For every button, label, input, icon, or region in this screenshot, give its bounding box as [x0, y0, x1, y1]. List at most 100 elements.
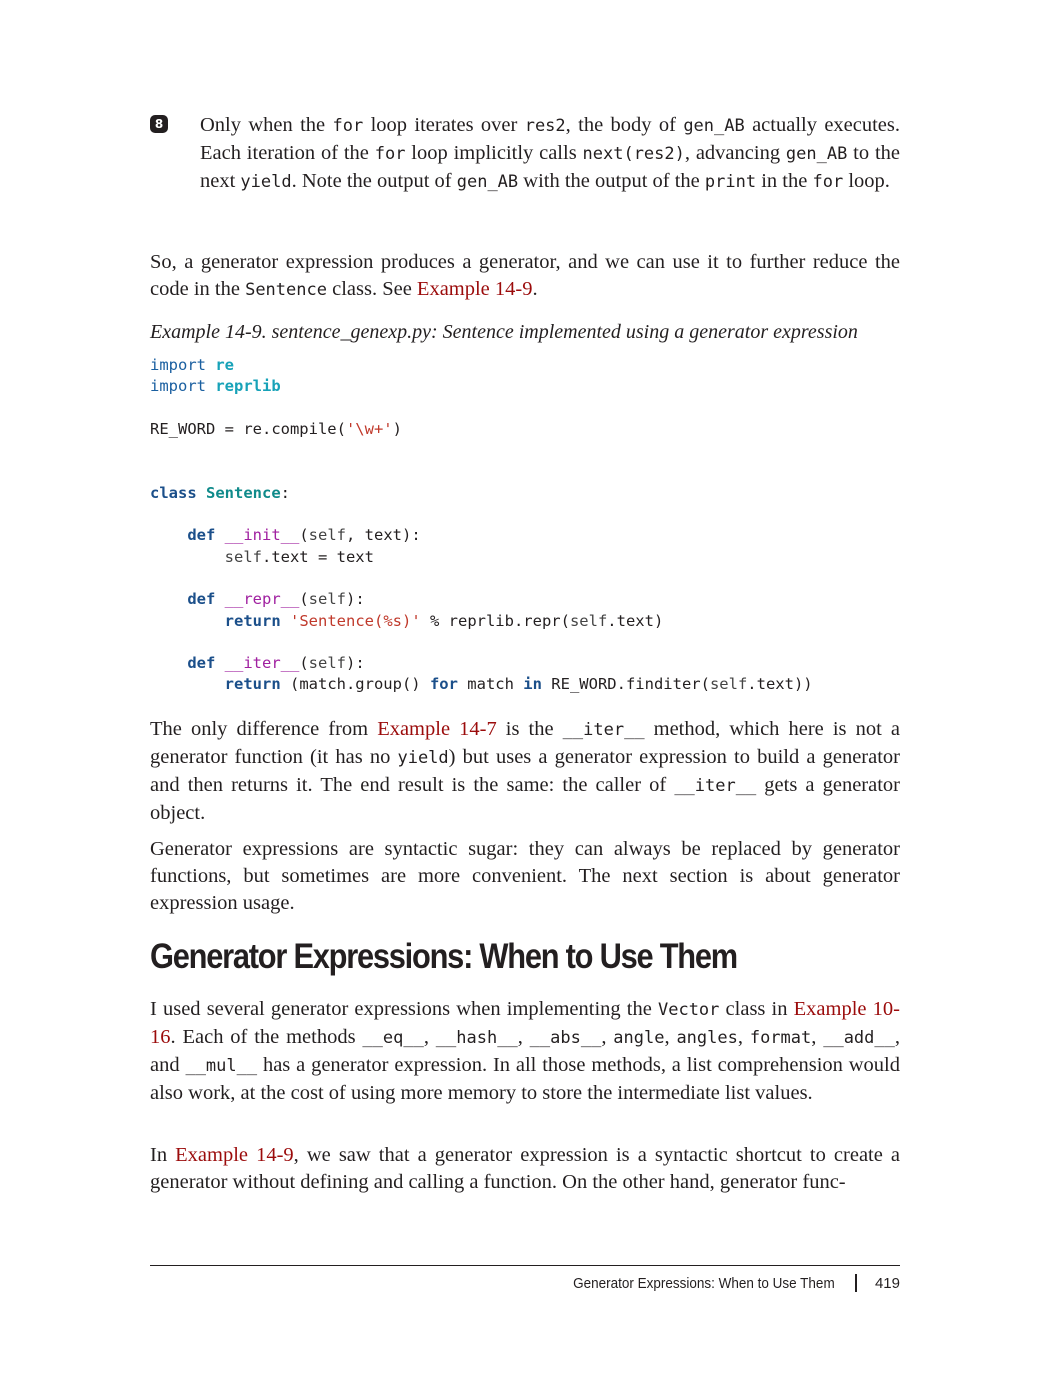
cross-reference-link[interactable]: Example 14-7 [377, 718, 497, 740]
inline-code: __iter__ [562, 720, 645, 740]
inline-code: gen_AB [683, 116, 745, 136]
code-token: import [150, 356, 206, 374]
code-line: import re [150, 356, 234, 374]
code-token: , text): [346, 526, 421, 545]
code-token: for [429, 675, 458, 694]
footer-separator [854, 1274, 857, 1292]
code-token: .text) [607, 611, 664, 630]
code-line: self.text = text [150, 548, 374, 566]
inline-code: Sentence [245, 280, 327, 300]
paragraph-shortcut: In Example 14-9, we saw that a generator… [150, 1142, 900, 1196]
inline-code: gen_AB [456, 172, 519, 192]
text-run: class. See [326, 278, 417, 300]
code-token: RE_WORD = re.compile( [150, 419, 346, 438]
inline-code: __iter__ [674, 776, 757, 796]
text-run: is the [496, 718, 563, 740]
inline-code: for [812, 172, 844, 192]
code-line: def __iter__(self): [150, 654, 365, 673]
inline-code: __hash__ [435, 1028, 518, 1048]
code-token: self [308, 654, 346, 673]
code-line: def __repr__(self): [150, 590, 365, 609]
inline-code: for [332, 116, 364, 136]
text-run: with the output of the [518, 170, 705, 192]
inline-code: format [749, 1028, 812, 1048]
inline-code: print [704, 172, 757, 192]
paragraph-intro: So, a generator expression produces a ge… [150, 249, 900, 304]
code-token: def [187, 526, 216, 545]
inline-code: angles [676, 1028, 738, 1048]
code-token: import [150, 377, 206, 396]
text-run: . Note the output of [291, 170, 457, 192]
text-run: , [811, 1026, 824, 1048]
cross-reference-link[interactable]: Example 14-9 [417, 278, 533, 300]
text-run: , [664, 1026, 677, 1048]
text-run: The only difference from [150, 718, 378, 740]
code-listing: import re import reprlib RE_WORD = re.co… [150, 355, 813, 696]
code-token: self [569, 611, 608, 630]
code-line: return 'Sentence(%s)' % reprlib.repr(sel… [150, 611, 664, 630]
code-token: '\w+' [345, 419, 393, 438]
text-run: , the body of [565, 114, 684, 136]
code-token: self [308, 590, 346, 609]
page-number: 419 [874, 1274, 900, 1292]
code-token: ( [299, 590, 309, 609]
code-token: .text)) [747, 675, 813, 694]
code-token: reprlib [215, 377, 281, 396]
paragraph-vector: I used several generator expressions whe… [150, 996, 900, 1107]
text-run: loop implicitly calls [405, 142, 583, 164]
text-run: , [517, 1026, 530, 1048]
text-run: in the [756, 170, 813, 192]
callout-text: Only when the for loop iterates over res… [200, 112, 900, 196]
cross-reference-link[interactable]: Example 14-9 [175, 1144, 294, 1166]
code-token: def [187, 590, 216, 609]
text-run: , [601, 1026, 614, 1048]
code-token: (match.group() [280, 675, 430, 694]
code-token: match [457, 675, 524, 694]
inline-code: __mul__ [185, 1056, 258, 1076]
footer-divider [150, 1265, 900, 1266]
code-token: def [187, 654, 216, 673]
code-token: self [224, 547, 262, 566]
callout-note-8: 8 Only when the for loop iterates over r… [150, 112, 900, 196]
code-token: __repr__ [224, 590, 300, 609]
code-token: : [280, 483, 291, 502]
code-token: % reprlib.repr( [420, 611, 570, 630]
inline-code: angle [613, 1028, 665, 1048]
code-line: import reprlib [150, 377, 281, 395]
code-token: Sentence [206, 483, 281, 502]
paragraph-difference: The only difference from Example 14-7 is… [150, 716, 900, 827]
text-run: class in [719, 998, 794, 1020]
callout-number-badge: 8 [150, 115, 168, 133]
text-run: , [737, 1026, 750, 1048]
text-run: , advancing [684, 142, 786, 164]
text-run: . [532, 278, 538, 300]
code-line: return (match.group() for match in RE_WO… [150, 675, 813, 693]
code-token: return [224, 611, 281, 630]
code-token: class [150, 483, 197, 502]
code-token: ) [392, 419, 402, 438]
text-run: I used several generator expressions whe… [150, 998, 658, 1020]
section-heading: Generator Expressions: When to Use Them [150, 937, 738, 976]
code-line: RE_WORD = re.compile('\w+') [150, 420, 402, 438]
code-token: ( [299, 526, 309, 545]
text-run: Generator expressions are syntactic suga… [150, 838, 900, 914]
code-token: __init__ [224, 526, 300, 545]
code-token: ): [346, 590, 365, 609]
code-line: def __init__(self, text): [150, 526, 421, 545]
code-token: ): [346, 654, 365, 673]
text-run: loop iterates over [363, 114, 525, 136]
code-token: in [523, 675, 542, 694]
inline-code: __eq__ [362, 1028, 424, 1048]
paragraph-syntactic-sugar: Generator expressions are syntactic suga… [150, 836, 900, 917]
code-token: self [308, 526, 346, 545]
